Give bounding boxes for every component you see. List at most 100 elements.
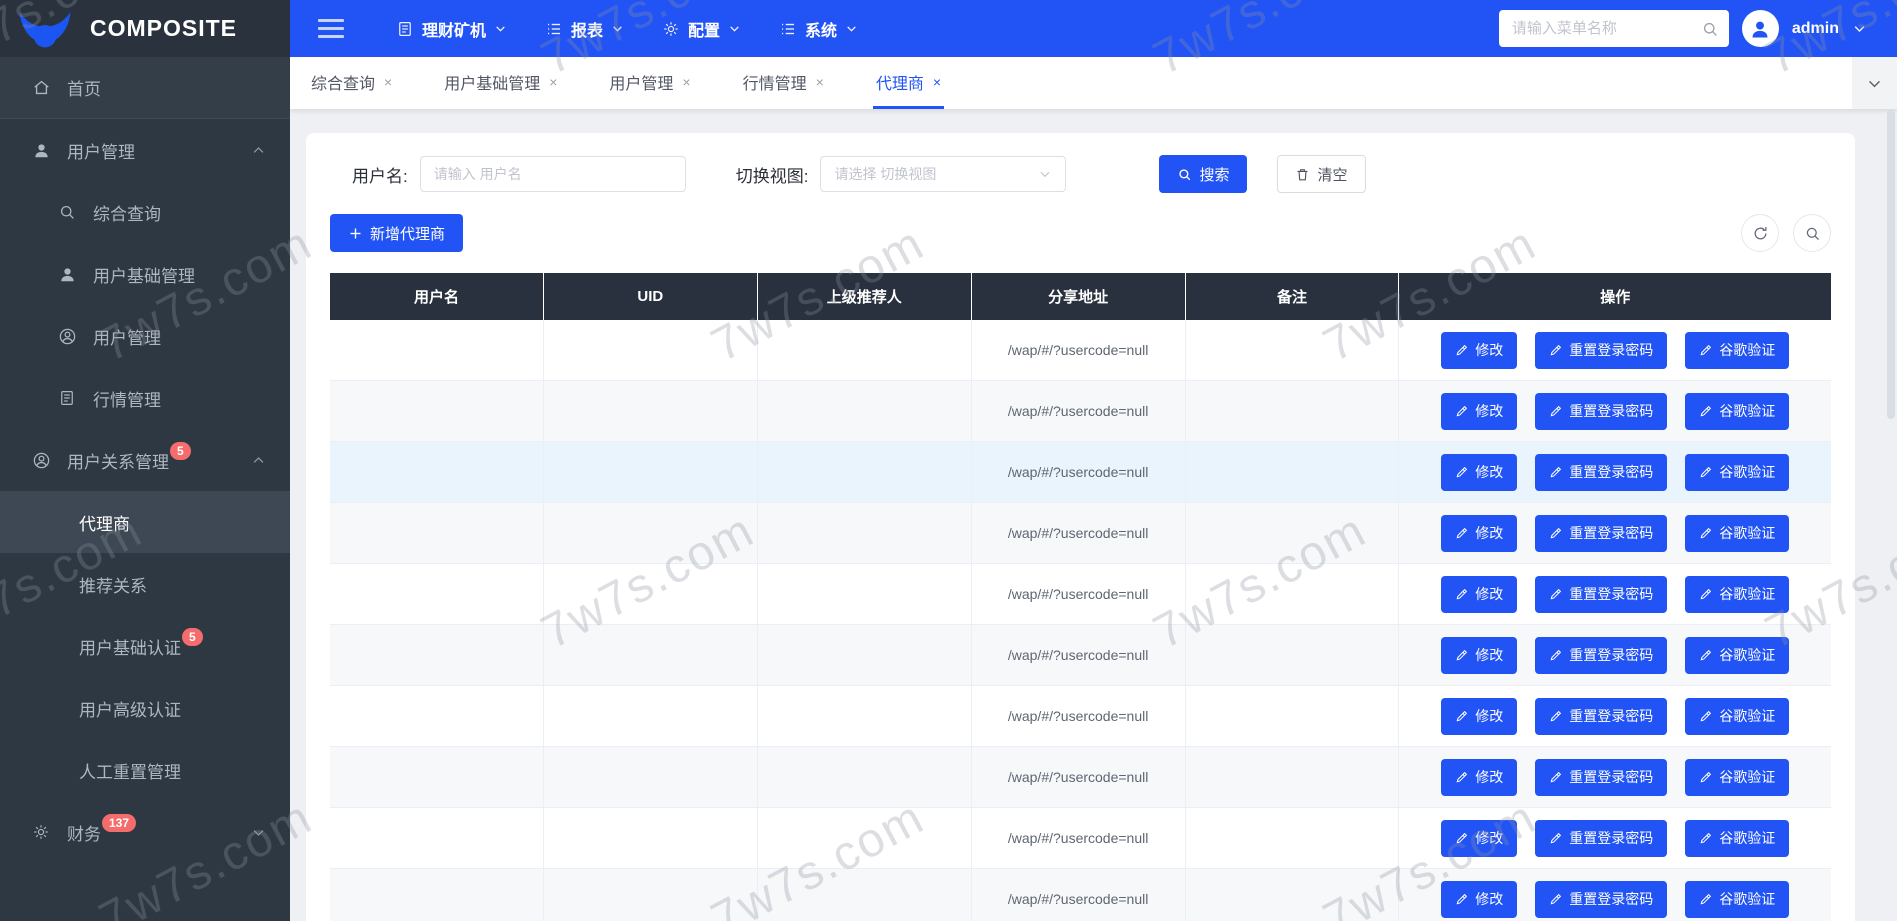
bull-logo-icon [16, 5, 74, 53]
sidebar-item-10[interactable]: 用户高级认证 [0, 677, 290, 739]
row-action-google-auth-button[interactable]: 谷歌验证 [1685, 454, 1789, 491]
nav-menu-2[interactable]: 配置 [662, 17, 741, 41]
cell-actions: 修改 重置登录密码 谷歌验证 [1399, 381, 1831, 442]
row-action-edit-button[interactable]: 修改 [1441, 393, 1517, 430]
row-action-reset-password-button[interactable]: 重置登录密码 [1535, 332, 1667, 369]
search-icon[interactable] [1701, 20, 1719, 38]
row-action-reset-password-button[interactable]: 重置登录密码 [1535, 515, 1667, 552]
row-action-reset-password-button[interactable]: 重置登录密码 [1535, 454, 1667, 491]
nav-menu-3[interactable]: 系统 [779, 17, 858, 41]
cell-remark [1186, 320, 1400, 381]
username-label[interactable]: admin [1792, 20, 1839, 38]
cell-uid [544, 442, 758, 503]
hamburger-icon[interactable] [318, 19, 344, 38]
row-action-reset-password-button[interactable]: 重置登录密码 [1535, 637, 1667, 674]
table-row: /wap/#/?usercode=null 修改 重置登录密码 谷歌验证 [330, 686, 1831, 747]
avatar[interactable] [1742, 10, 1779, 47]
row-action-edit-button[interactable]: 修改 [1441, 454, 1517, 491]
pencil-icon [1455, 526, 1469, 540]
row-action-reset-password-button[interactable]: 重置登录密码 [1535, 881, 1667, 918]
clear-button[interactable]: 清空 [1277, 155, 1365, 193]
search-button[interactable]: 搜索 [1159, 155, 1247, 193]
row-action-reset-password-button[interactable]: 重置登录密码 [1535, 820, 1667, 857]
row-action-google-auth-button[interactable]: 谷歌验证 [1685, 820, 1789, 857]
tab-bar: 综合查询 × 用户基础管理 × 用户管理 × 行情管理 × 代理商 × [290, 57, 1897, 109]
sidebar-item-8[interactable]: 推荐关系 [0, 553, 290, 615]
column-search-button[interactable] [1793, 214, 1831, 252]
nav-menu-1[interactable]: 报表 [545, 17, 624, 41]
tab-2[interactable]: 用户管理 × [606, 57, 693, 109]
close-icon[interactable]: × [549, 74, 557, 90]
sidebar-item-2[interactable]: 综合查询 [0, 181, 290, 243]
cell-actions: 修改 重置登录密码 谷歌验证 [1399, 564, 1831, 625]
row-action-edit-button[interactable]: 修改 [1441, 576, 1517, 613]
row-action-google-auth-button[interactable]: 谷歌验证 [1685, 637, 1789, 674]
pencil-icon [1549, 343, 1563, 357]
row-action-google-auth-button[interactable]: 谷歌验证 [1685, 881, 1789, 918]
nav-menu-0[interactable]: 理财矿机 [396, 17, 507, 41]
row-action-reset-password-button[interactable]: 重置登录密码 [1535, 698, 1667, 735]
search-icon [56, 203, 78, 221]
tabs-dropdown-button[interactable] [1852, 57, 1897, 109]
vertical-scrollbar[interactable] [1887, 109, 1895, 921]
sidebar-item-5[interactable]: 行情管理 [0, 367, 290, 429]
pencil-icon [1455, 770, 1469, 784]
row-action-google-auth-button[interactable]: 谷歌验证 [1685, 332, 1789, 369]
close-icon[interactable]: × [933, 74, 941, 90]
row-action-reset-password-button[interactable]: 重置登录密码 [1535, 759, 1667, 796]
tab-4[interactable]: 代理商 × [873, 57, 944, 109]
row-action-reset-password-button[interactable]: 重置登录密码 [1535, 576, 1667, 613]
cell-actions: 修改 重置登录密码 谷歌验证 [1399, 869, 1831, 921]
sidebar-item-12[interactable]: 财务137 [0, 801, 290, 863]
tab-3[interactable]: 行情管理 × [740, 57, 827, 109]
sidebar-item-3[interactable]: 用户基础管理 [0, 243, 290, 305]
cell-referrer [758, 564, 972, 625]
row-action-edit-button[interactable]: 修改 [1441, 698, 1517, 735]
sidebar-item-1[interactable]: 用户管理 [0, 119, 290, 181]
sidebar-item-4[interactable]: 用户管理 [0, 305, 290, 367]
pencil-icon [1549, 831, 1563, 845]
menu-search-input[interactable] [1512, 20, 1701, 37]
row-action-edit-button[interactable]: 修改 [1441, 820, 1517, 857]
row-action-edit-button[interactable]: 修改 [1441, 332, 1517, 369]
row-action-google-auth-button[interactable]: 谷歌验证 [1685, 698, 1789, 735]
menu-search-box[interactable] [1499, 10, 1729, 47]
close-icon[interactable]: × [384, 74, 392, 90]
close-icon[interactable]: × [816, 74, 824, 90]
cell-username [330, 808, 544, 869]
list-icon [779, 20, 797, 38]
sidebar-item-11[interactable]: 人工重置管理 [0, 739, 290, 801]
row-action-google-auth-button[interactable]: 谷歌验证 [1685, 759, 1789, 796]
chevron-down-icon [251, 825, 266, 840]
cell-uid [544, 686, 758, 747]
tab-0[interactable]: 综合查询 × [308, 57, 395, 109]
close-icon[interactable]: × [682, 74, 690, 90]
row-action-edit-button[interactable]: 修改 [1441, 637, 1517, 674]
sidebar-item-6[interactable]: 用户关系管理5 [0, 429, 290, 491]
user-circle-icon [30, 451, 52, 470]
view-select[interactable]: 请选择 切换视图 [820, 156, 1066, 192]
chevron-down-icon[interactable] [1852, 21, 1867, 36]
sidebar-menu: 首页用户管理综合查询用户基础管理用户管理行情管理用户关系管理5代理商推荐关系用户… [0, 57, 290, 863]
tab-1[interactable]: 用户基础管理 × [441, 57, 560, 109]
row-action-reset-password-button[interactable]: 重置登录密码 [1535, 393, 1667, 430]
pencil-icon [1455, 343, 1469, 357]
sidebar-item-9[interactable]: 用户基础认证5 [0, 615, 290, 677]
row-action-edit-button[interactable]: 修改 [1441, 759, 1517, 796]
add-agent-button[interactable]: 新增代理商 [330, 214, 463, 252]
cell-remark [1186, 564, 1400, 625]
row-action-edit-button[interactable]: 修改 [1441, 881, 1517, 918]
row-action-edit-button[interactable]: 修改 [1441, 515, 1517, 552]
pencil-icon [1455, 892, 1469, 906]
cell-referrer [758, 686, 972, 747]
row-action-google-auth-button[interactable]: 谷歌验证 [1685, 393, 1789, 430]
refresh-button[interactable] [1741, 214, 1779, 252]
username-filter-input[interactable] [420, 156, 686, 192]
table-header-cell: UID [544, 273, 758, 320]
scrollbar-thumb[interactable] [1887, 109, 1895, 419]
cell-remark [1186, 808, 1400, 869]
sidebar-item-7[interactable]: 代理商 [0, 491, 290, 553]
row-action-google-auth-button[interactable]: 谷歌验证 [1685, 515, 1789, 552]
row-action-google-auth-button[interactable]: 谷歌验证 [1685, 576, 1789, 613]
sidebar-item-0[interactable]: 首页 [0, 57, 290, 119]
